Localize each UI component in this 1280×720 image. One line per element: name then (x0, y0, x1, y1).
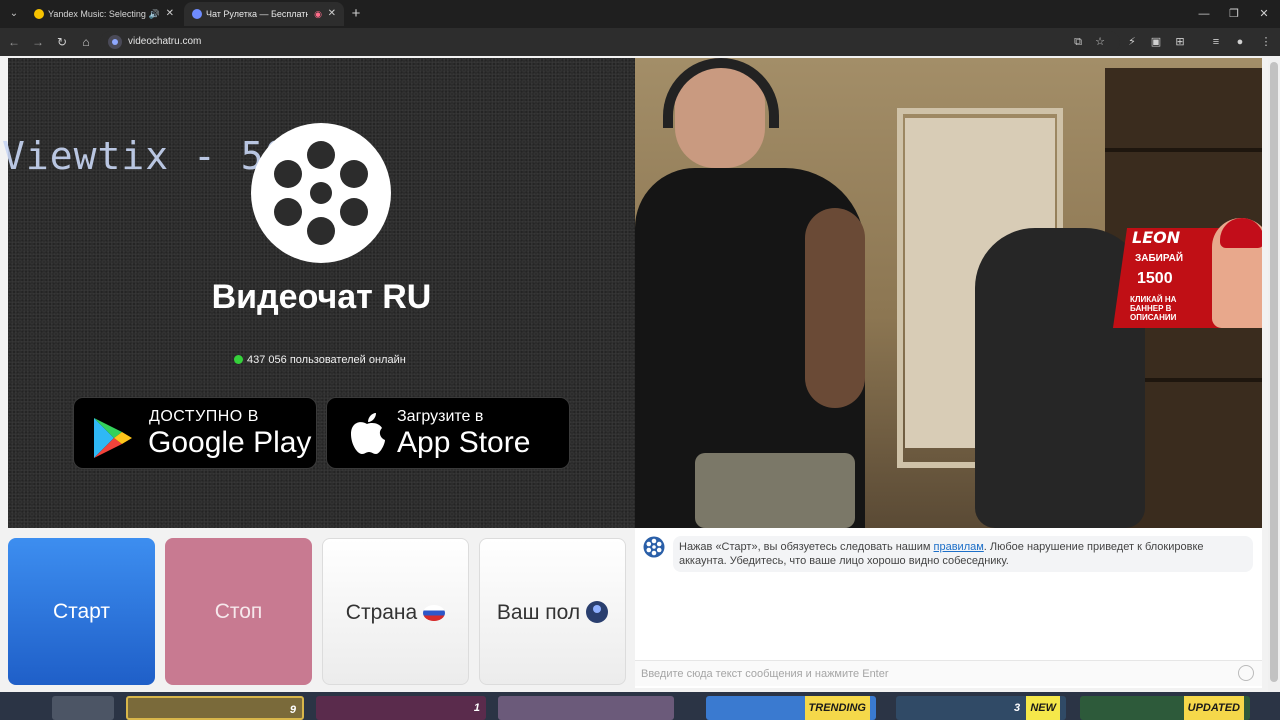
thumbnail-item[interactable] (498, 696, 674, 720)
page-scrollbar[interactable] (1268, 58, 1280, 692)
leon-ad-banner[interactable]: LEON ЗАБИРАЙ 1500 КЛИКАЙ НА БАННЕР В ОПИ… (1112, 218, 1262, 328)
record-icon: ◉ (314, 9, 322, 19)
country-select-button[interactable]: Страна (322, 538, 469, 685)
minimize-icon[interactable]: — (1190, 4, 1218, 24)
partner-video-panel: LEON ЗАБИРАЙ 1500 КЛИКАЙ НА БАННЕР В ОПИ… (635, 58, 1262, 528)
extension-icon[interactable]: ▣ (1148, 34, 1164, 50)
profile-icon[interactable]: ● (1232, 34, 1248, 50)
gender-select-button[interactable]: Ваш пол (479, 538, 626, 685)
new-tab-button[interactable]: + (346, 4, 366, 24)
ad-brand: LEON (1132, 228, 1181, 247)
country-label: Страна (345, 601, 418, 624)
thumbnail-item[interactable]: UPDATED (1080, 696, 1250, 720)
extensions-puzzle-icon[interactable]: ⊞ (1172, 34, 1188, 50)
cast-icon[interactable]: ⧉ (1070, 34, 1086, 50)
media-control-icon[interactable]: ≡ (1208, 34, 1224, 50)
bookmark-star-icon[interactable]: ☆ (1092, 34, 1108, 50)
restore-icon[interactable]: ❐ (1220, 4, 1248, 24)
address-bar[interactable]: videochatru.com (100, 31, 1120, 53)
emoji-icon[interactable] (1238, 665, 1254, 681)
rules-notice: Нажав «Старт», вы обязуетесь следовать н… (673, 536, 1253, 572)
online-count-text: 437 056 пользователей онлайн (247, 354, 406, 366)
google-play-small-text: ДОСТУПНО В (149, 408, 259, 425)
thumbnail-count: 3 (1014, 702, 1021, 714)
russia-flag-icon (423, 605, 446, 621)
self-video-panel: Viewtix - 5000 Видеочат RU 437 056 польз… (2, 58, 635, 528)
back-icon[interactable]: ← (4, 32, 24, 52)
site-logo-icon (251, 123, 391, 263)
thumbnail-label: 1 (473, 702, 480, 714)
thumbnail-item[interactable]: 9 (126, 696, 304, 720)
video-person-arm (805, 208, 865, 408)
google-play-button[interactable]: ДОСТУПНО В Google Play (73, 397, 317, 469)
home-icon[interactable]: ⌂ (76, 32, 96, 52)
thumbnail-label: 9 (289, 704, 296, 716)
ad-line2: 1500 (1137, 270, 1173, 287)
google-play-big-text: Google Play (148, 426, 312, 459)
thumbnail-item[interactable]: 1 (316, 696, 486, 720)
notice-text: Нажав «Старт», вы обязуетесь следовать н… (679, 541, 934, 553)
chat-logo-icon (643, 536, 665, 558)
online-counter: 437 056 пользователей онлайн (234, 354, 406, 366)
close-window-icon[interactable]: ✕ (1250, 4, 1278, 24)
rules-link[interactable]: правилам (934, 541, 984, 553)
reload-icon[interactable]: ↻ (52, 32, 72, 52)
gender-label: Ваш пол (496, 601, 581, 624)
thumbnail-item[interactable]: NEW 3 (896, 696, 1066, 720)
start-label: Старт (52, 600, 111, 623)
tab-videochat[interactable]: Чат Рулетка — Бесплатный ◉ ✕ (184, 2, 344, 26)
apple-icon (351, 413, 385, 454)
app-store-small-text: Загрузите в (397, 408, 484, 425)
stream-thumbnail-strip: 9 1 TRENDING NEW 3 UPDATED (0, 692, 1280, 720)
speaker-icon[interactable]: 🔊 (149, 2, 160, 26)
yandex-music-favicon-icon (34, 9, 44, 19)
thumbnail-item[interactable] (52, 696, 114, 720)
tab-yandex-music[interactable]: Yandex Music: Selecting mu 🔊 ✕ (26, 2, 182, 26)
url-text: videochatru.com (128, 36, 202, 47)
browser-tabbar: ⌄ Yandex Music: Selecting mu 🔊 ✕ Чат Рул… (0, 0, 1280, 28)
user-gender-icon (586, 601, 609, 623)
site-info-icon[interactable] (108, 35, 122, 49)
close-tab-icon[interactable]: ✕ (328, 2, 336, 26)
ad-line3: КЛИКАЙ НА БАННЕР В ОПИСАНИИ (1130, 295, 1177, 322)
close-tab-icon[interactable]: ✕ (166, 2, 174, 26)
stop-label: Стоп (214, 600, 263, 623)
video-person-pants (695, 453, 855, 528)
thumbnail-label: UPDATED (1183, 696, 1244, 720)
shelf-board (1105, 148, 1262, 152)
tab-title: Чат Рулетка — Бесплатный (206, 9, 308, 19)
ad-line1: ЗАБИРАЙ (1135, 253, 1184, 264)
extension-icon[interactable]: ⚡ (1124, 34, 1140, 50)
thumbnail-label: TRENDING (804, 696, 870, 720)
brand-title: Видеочат RU (211, 278, 432, 316)
page-content: Viewtix - 5000 Видеочат RU 437 056 польз… (0, 56, 1280, 692)
browser-toolbar: ← → ↻ ⌂ videochatru.com ⧉ ☆ ⚡ ▣ ⊞ ≡ ● ⋮ (0, 28, 1280, 56)
chat-message-input[interactable] (641, 664, 1231, 684)
start-button[interactable]: Старт (8, 538, 155, 685)
chat-input-bar (635, 660, 1262, 686)
online-dot-icon (234, 355, 243, 364)
tab-search-icon[interactable]: ⌄ (6, 6, 22, 22)
videochat-favicon-icon (192, 9, 202, 19)
stop-button[interactable]: Стоп (165, 538, 312, 685)
app-store-button[interactable]: Загрузите в App Store (326, 397, 570, 469)
thumbnail-item[interactable]: TRENDING (706, 696, 876, 720)
thumbnail-label: NEW (1026, 696, 1060, 720)
app-store-big-text: App Store (397, 426, 531, 459)
menu-kebab-icon[interactable]: ⋮ (1258, 34, 1274, 50)
chat-panel: Нажав «Старт», вы обязуетесь следовать н… (635, 528, 1262, 688)
google-play-icon (94, 418, 132, 458)
forward-icon[interactable]: → (28, 32, 48, 52)
scrollbar-thumb[interactable] (1270, 62, 1278, 682)
tab-title: Yandex Music: Selecting mu (48, 9, 146, 19)
